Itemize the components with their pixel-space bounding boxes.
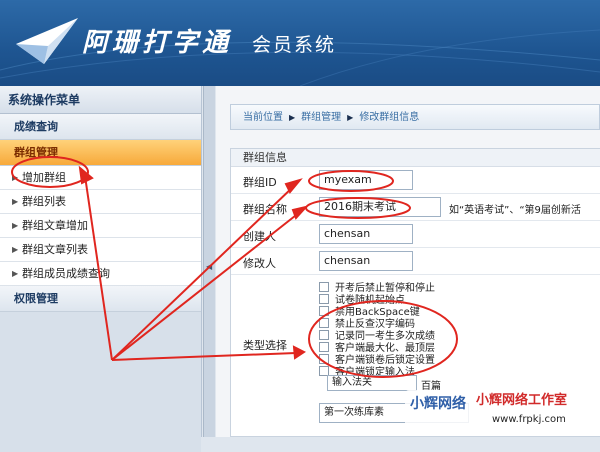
group-name-input[interactable]: 2016期末考试 xyxy=(319,197,441,217)
triangle-right-icon: ▶ xyxy=(289,113,296,122)
group-id-label: 群组ID xyxy=(243,176,277,189)
watermark-name: 小辉网络工作室 xyxy=(476,393,568,408)
form-row-modifier: 修改人 chensan xyxy=(231,248,600,275)
sidebar-title: 系统操作菜单 xyxy=(0,86,201,114)
sidebar-item-label: 群组列表 xyxy=(22,195,66,208)
checkbox[interactable] xyxy=(319,293,329,304)
system-title: 会员系统 xyxy=(252,34,337,56)
form-section-title: 群组信息 xyxy=(231,149,600,167)
main-content: 当前位置 ▶ 群组管理 ▶ 修改群组信息 群组信息 群组ID myexam 群组名称 2… xyxy=(216,86,600,437)
checkbox[interactable] xyxy=(319,329,329,340)
checkbox[interactable] xyxy=(319,281,329,292)
breadcrumb: 当前位置 ▶ 群组管理 ▶ 修改群组信息 xyxy=(230,104,600,130)
checkbox[interactable] xyxy=(319,365,329,376)
sidebar-item-label: 群组文章列表 xyxy=(22,243,88,256)
type-selection-label: 类型选择 xyxy=(243,339,287,352)
modifier-label: 修改人 xyxy=(243,257,276,270)
checkbox[interactable] xyxy=(319,305,329,316)
form-row-type-selection: 类型选择 开考后禁止暂停和停止 试卷随机起始点 禁用BackSpace键 禁止反… xyxy=(231,275,600,395)
creator-input[interactable]: chensan xyxy=(319,224,413,244)
sidebar-item-label: 群组成员成绩查询 xyxy=(22,267,110,280)
logo-text: 阿珊打字通 xyxy=(82,28,233,58)
triangle-right-icon: ▶ xyxy=(12,221,19,230)
sidebar-item-member-score-query[interactable]: ▶ 群组成员成绩查询 xyxy=(0,262,201,286)
triangle-right-icon: ▶ xyxy=(12,173,19,182)
sidebar-item-group-list[interactable]: ▶ 群组列表 xyxy=(0,190,201,214)
sidebar-group-group-management[interactable]: 群组管理 xyxy=(0,140,201,166)
sidebar-item-article-list[interactable]: ▶ 群组文章列表 xyxy=(0,238,201,262)
triangle-right-icon: ▶ xyxy=(12,269,19,278)
form-row-group-name: 群组名称 2016期末考试 如“英语考试”、“第9届创新活 xyxy=(231,194,600,221)
sidebar-item-label: 群组文章增加 xyxy=(22,219,88,232)
sidebar-filler xyxy=(0,312,201,452)
sidebar-item-label: 增加群组 xyxy=(22,171,66,184)
sidebar-collapse-handle[interactable]: ◀ xyxy=(203,86,215,437)
paper-plane-icon xyxy=(16,18,78,64)
sidebar: 系统操作菜单 成绩查询 群组管理 ▶ 增加群组 ▶ 群组列表 ▶ 群组文章增加 … xyxy=(0,86,202,452)
breadcrumb-item[interactable]: 群组管理 xyxy=(301,112,341,123)
sidebar-item-add-article[interactable]: ▶ 群组文章增加 xyxy=(0,214,201,238)
checkbox[interactable] xyxy=(319,353,329,364)
group-name-hint: 如“英语考试”、“第9届创新活 xyxy=(449,205,581,216)
modifier-input[interactable]: chensan xyxy=(319,251,413,271)
group-id-input[interactable]: myexam xyxy=(319,170,413,190)
watermark-url: www.frpkj.com xyxy=(492,414,566,425)
form-row-group-id: 群组ID myexam xyxy=(231,167,600,194)
group-name-label: 群组名称 xyxy=(243,203,287,216)
sidebar-group-permission-management[interactable]: 权限管理 xyxy=(0,286,201,312)
breadcrumb-item: 修改群组信息 xyxy=(359,112,420,123)
checkbox[interactable] xyxy=(319,317,329,328)
triangle-right-icon: ▶ xyxy=(12,245,19,254)
sidebar-item-add-group[interactable]: ▶ 增加群组 xyxy=(0,166,201,190)
checkbox[interactable] xyxy=(319,341,329,352)
triangle-right-icon: ▶ xyxy=(12,197,19,206)
form-row-creator: 创建人 chensan xyxy=(231,221,600,248)
brand-logo: 小辉网络 xyxy=(405,390,471,432)
svg-text:小辉网络: 小辉网络 xyxy=(410,395,466,412)
sidebar-group-score-query[interactable]: 成绩查询 xyxy=(0,114,201,140)
breadcrumb-item: 当前位置 xyxy=(243,112,283,123)
app-header: 阿珊打字通 会员系统 xyxy=(0,0,600,86)
creator-label: 创建人 xyxy=(243,230,276,243)
triangle-right-icon: ▶ xyxy=(347,113,354,122)
triangle-left-icon: ◀ xyxy=(206,262,213,271)
